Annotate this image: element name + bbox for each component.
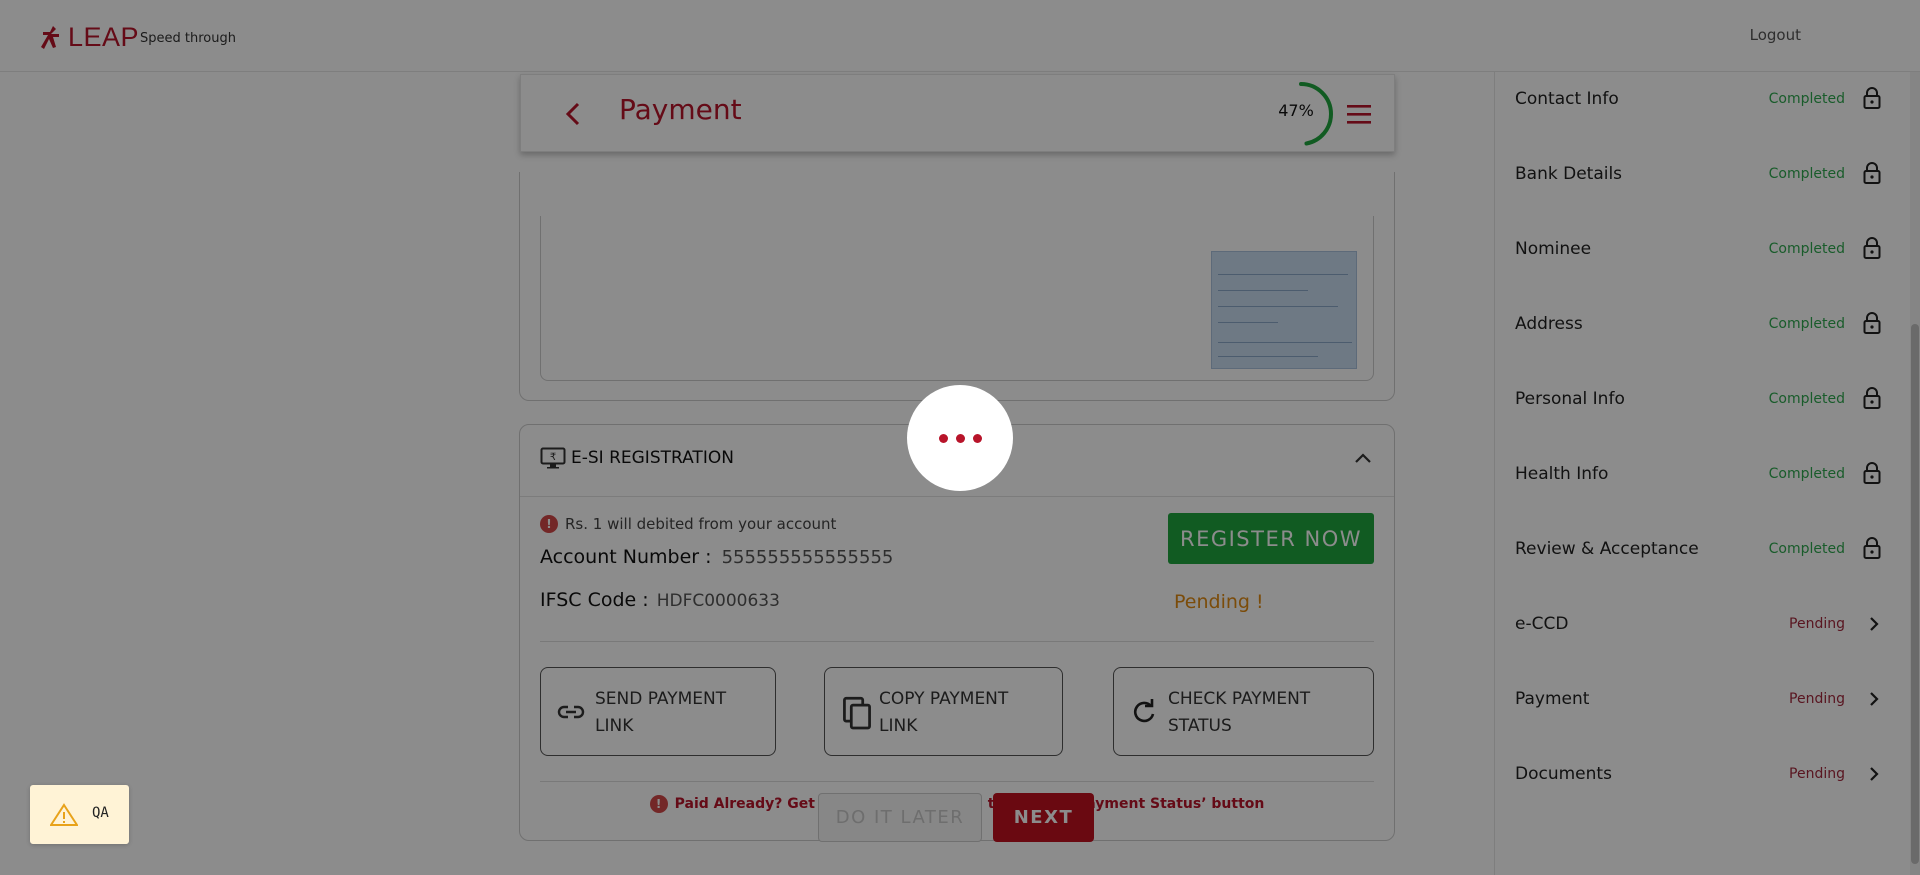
qa-label: QA (92, 805, 109, 821)
loading-dot (938, 433, 948, 443)
qa-environment-badge: QA (30, 785, 129, 844)
warning-icon (50, 803, 78, 826)
loading-dot (955, 433, 965, 443)
loading-dot (972, 433, 982, 443)
loading-spinner (907, 385, 1013, 491)
